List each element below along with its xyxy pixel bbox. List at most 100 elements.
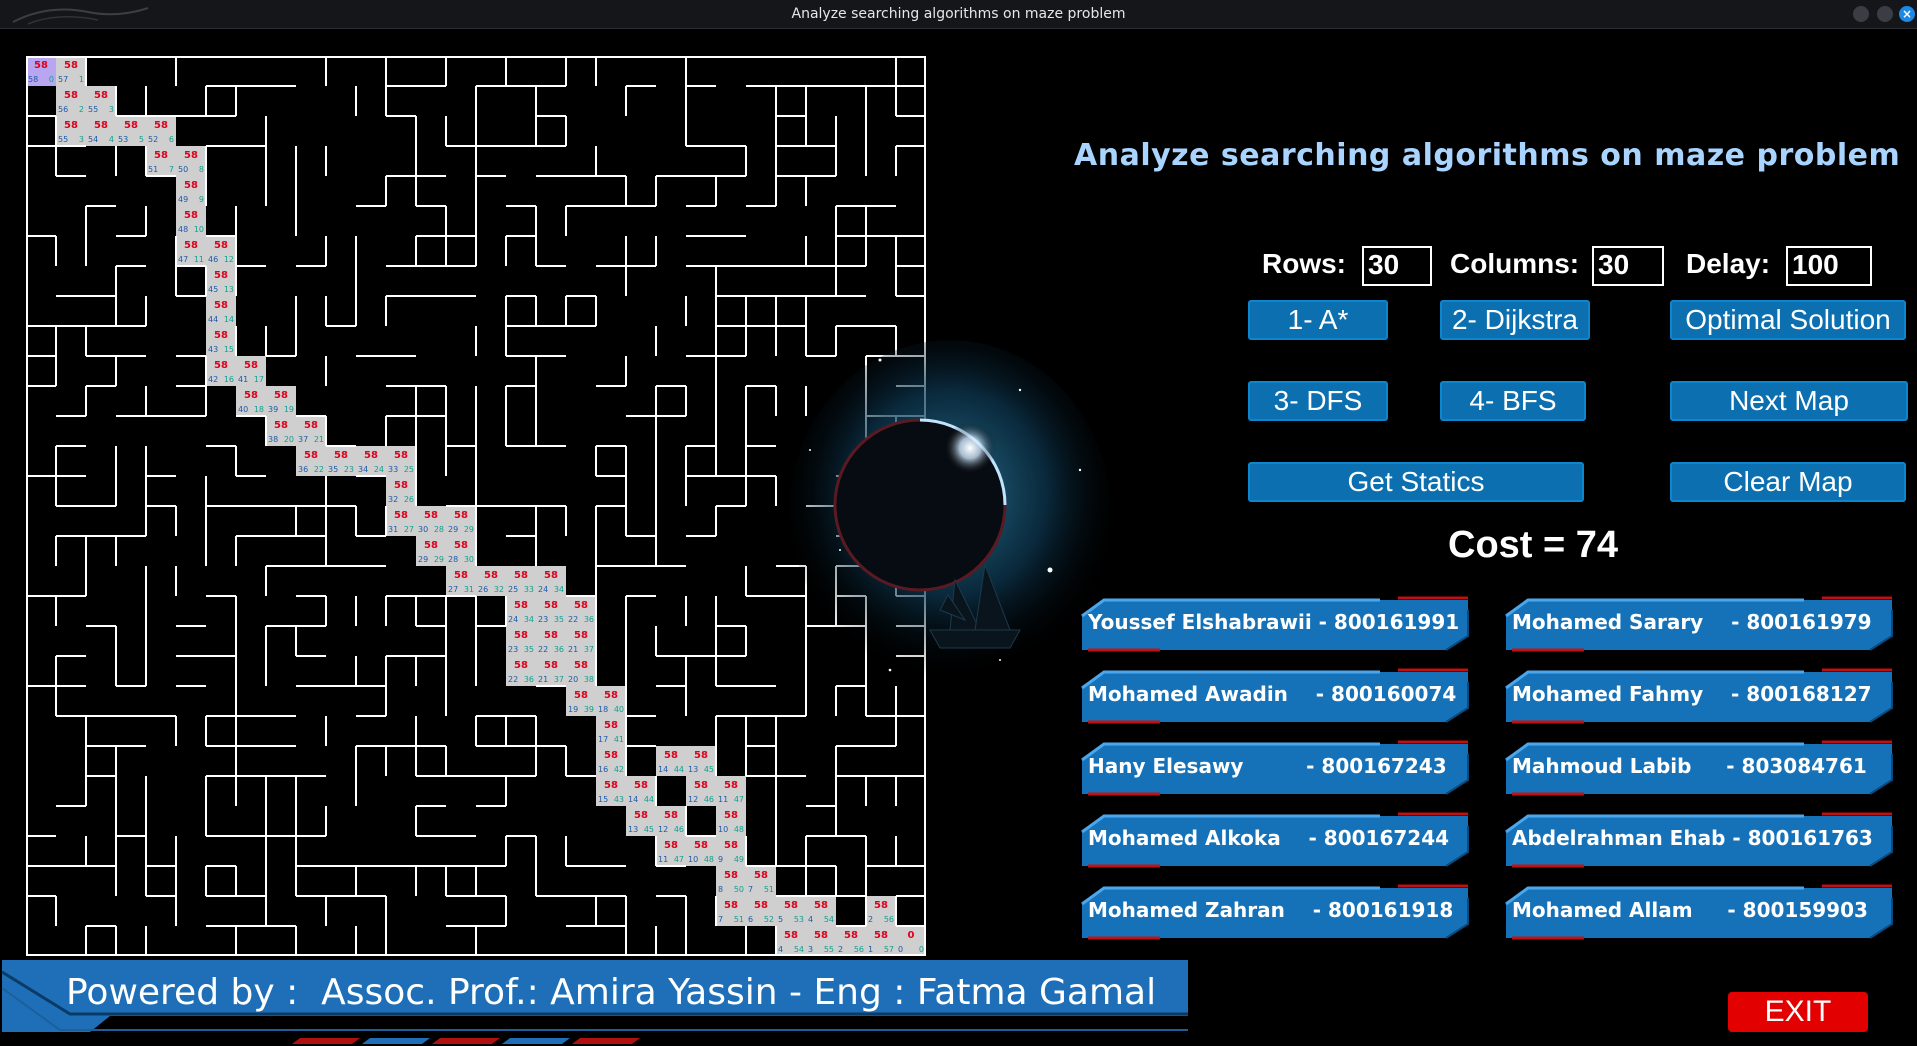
- svg-text:58: 58: [124, 120, 138, 131]
- svg-text:16: 16: [598, 765, 608, 774]
- svg-text:49: 49: [178, 195, 188, 204]
- maze-path-cell: 58 35 23: [326, 446, 356, 476]
- svg-text:58: 58: [274, 420, 288, 431]
- maze-path-cell: 58 34 24: [356, 446, 386, 476]
- svg-text:4: 4: [808, 915, 813, 924]
- svg-text:4: 4: [778, 945, 783, 954]
- svg-text:33: 33: [524, 585, 534, 594]
- galaxy-ship-artwork: [780, 330, 1110, 730]
- svg-text:39: 39: [268, 405, 278, 414]
- bfs-button[interactable]: 4- BFS: [1440, 381, 1586, 421]
- svg-text:35: 35: [554, 615, 564, 624]
- dijkstra-button[interactable]: 2- Dijkstra: [1440, 300, 1590, 340]
- maximize-button[interactable]: [1877, 6, 1893, 22]
- svg-text:24: 24: [508, 615, 518, 624]
- astar-button[interactable]: 1- A*: [1248, 300, 1388, 340]
- svg-text:11: 11: [658, 855, 668, 864]
- maze-path-cell: 58 45 13: [206, 266, 236, 296]
- svg-text:14: 14: [224, 315, 234, 324]
- svg-text:43: 43: [208, 345, 218, 354]
- svg-text:53: 53: [794, 915, 804, 924]
- svg-text:23: 23: [344, 465, 354, 474]
- svg-text:23: 23: [508, 645, 518, 654]
- svg-text:58: 58: [304, 450, 318, 461]
- svg-text:10: 10: [194, 225, 204, 234]
- optimal-solution-button[interactable]: Optimal Solution: [1670, 300, 1906, 340]
- svg-text:3: 3: [109, 105, 114, 114]
- team-member-text: Abdelrahman Ehab - 800161763: [1512, 826, 1873, 850]
- svg-text:58: 58: [274, 390, 288, 401]
- svg-text:3: 3: [79, 135, 84, 144]
- team-member-text: Mohamed Alkoka - 800167244: [1088, 826, 1450, 850]
- svg-text:55: 55: [58, 135, 68, 144]
- team-member-text: Youssef Elshabrawii - 800161991: [1088, 610, 1460, 634]
- minimize-button[interactable]: [1853, 6, 1869, 22]
- maze-path-cell: 58 27 31: [446, 566, 476, 596]
- svg-text:20: 20: [568, 675, 578, 684]
- exit-button[interactable]: EXIT: [1728, 992, 1868, 1032]
- svg-text:45: 45: [644, 825, 654, 834]
- svg-text:54: 54: [88, 135, 98, 144]
- svg-text:58: 58: [844, 930, 858, 941]
- svg-text:52: 52: [764, 915, 774, 924]
- maze-path-cell: 58 28 30: [446, 536, 476, 566]
- svg-text:29: 29: [448, 525, 458, 534]
- svg-text:56: 56: [854, 945, 864, 954]
- maze-path-cell: 58 52 6: [146, 116, 176, 146]
- team-member-card: Youssef Elshabrawii - 800161991: [1080, 596, 1470, 652]
- svg-text:44: 44: [208, 315, 218, 324]
- team-member-card: Mohamed Fahmy - 800168127: [1504, 668, 1894, 724]
- svg-text:58: 58: [514, 570, 528, 581]
- svg-text:58: 58: [544, 630, 558, 641]
- team-member-text: Hany Elesawy - 800167243: [1088, 754, 1447, 778]
- dfs-button[interactable]: 3- DFS: [1248, 381, 1388, 421]
- svg-text:58: 58: [454, 510, 468, 521]
- maze-path-cell: 58 16 42: [596, 746, 626, 776]
- svg-text:58: 58: [34, 60, 48, 71]
- maze-path-cell: 58 21 37: [566, 626, 596, 656]
- team-member-card: Mohamed Alkoka - 800167244: [1080, 812, 1470, 868]
- next-map-button[interactable]: Next Map: [1670, 381, 1908, 421]
- cost-result: Cost = 74: [1448, 524, 1619, 566]
- maze-path-cell: 58 44 14: [206, 296, 236, 326]
- maze-path-cell: 582 56: [836, 926, 866, 956]
- svg-text:58: 58: [694, 780, 708, 791]
- svg-text:48: 48: [704, 855, 714, 864]
- maze-path-cell: 58 39 19: [266, 386, 296, 416]
- delay-input[interactable]: 100: [1786, 246, 1872, 286]
- maze-path-cell: 58 46 12: [206, 236, 236, 266]
- svg-text:42: 42: [614, 765, 624, 774]
- svg-text:3: 3: [808, 945, 813, 954]
- svg-text:58: 58: [694, 840, 708, 851]
- svg-text:26: 26: [404, 495, 414, 504]
- svg-text:58: 58: [814, 900, 828, 911]
- team-member-text: Mohamed Allam - 800159903: [1512, 898, 1868, 922]
- columns-input[interactable]: 30: [1592, 246, 1664, 286]
- svg-text:58: 58: [514, 600, 528, 611]
- svg-text:12: 12: [224, 255, 234, 264]
- svg-text:58: 58: [874, 930, 888, 941]
- maze-path-cell: 58 10 48: [686, 836, 716, 866]
- svg-text:45: 45: [704, 765, 714, 774]
- window-close-button[interactable]: ×: [1899, 6, 1915, 22]
- rows-input[interactable]: 30: [1362, 246, 1432, 286]
- maze-path-cell: 588 50: [716, 866, 746, 896]
- svg-text:58: 58: [64, 120, 78, 131]
- svg-text:58: 58: [634, 810, 648, 821]
- team-member-text: Mohamed Awadin - 800160074: [1088, 682, 1457, 706]
- svg-text:58: 58: [574, 690, 588, 701]
- get-statics-button[interactable]: Get Statics: [1248, 462, 1584, 502]
- svg-text:22: 22: [568, 615, 578, 624]
- svg-text:24: 24: [374, 465, 384, 474]
- svg-text:21: 21: [314, 435, 324, 444]
- svg-text:41: 41: [238, 375, 248, 384]
- svg-text:14: 14: [628, 795, 638, 804]
- svg-text:58: 58: [544, 660, 558, 671]
- maze-path-cell: 58 36 22: [296, 446, 326, 476]
- maze-path-cell: 58 41 17: [236, 356, 266, 386]
- maze-path-cell: 58 10 48: [716, 806, 746, 836]
- clear-map-button[interactable]: Clear Map: [1670, 462, 1906, 502]
- svg-text:12: 12: [658, 825, 668, 834]
- maze-path-cell: 58 57 1: [56, 56, 86, 86]
- maze-path-cell: 5858 0: [26, 56, 56, 86]
